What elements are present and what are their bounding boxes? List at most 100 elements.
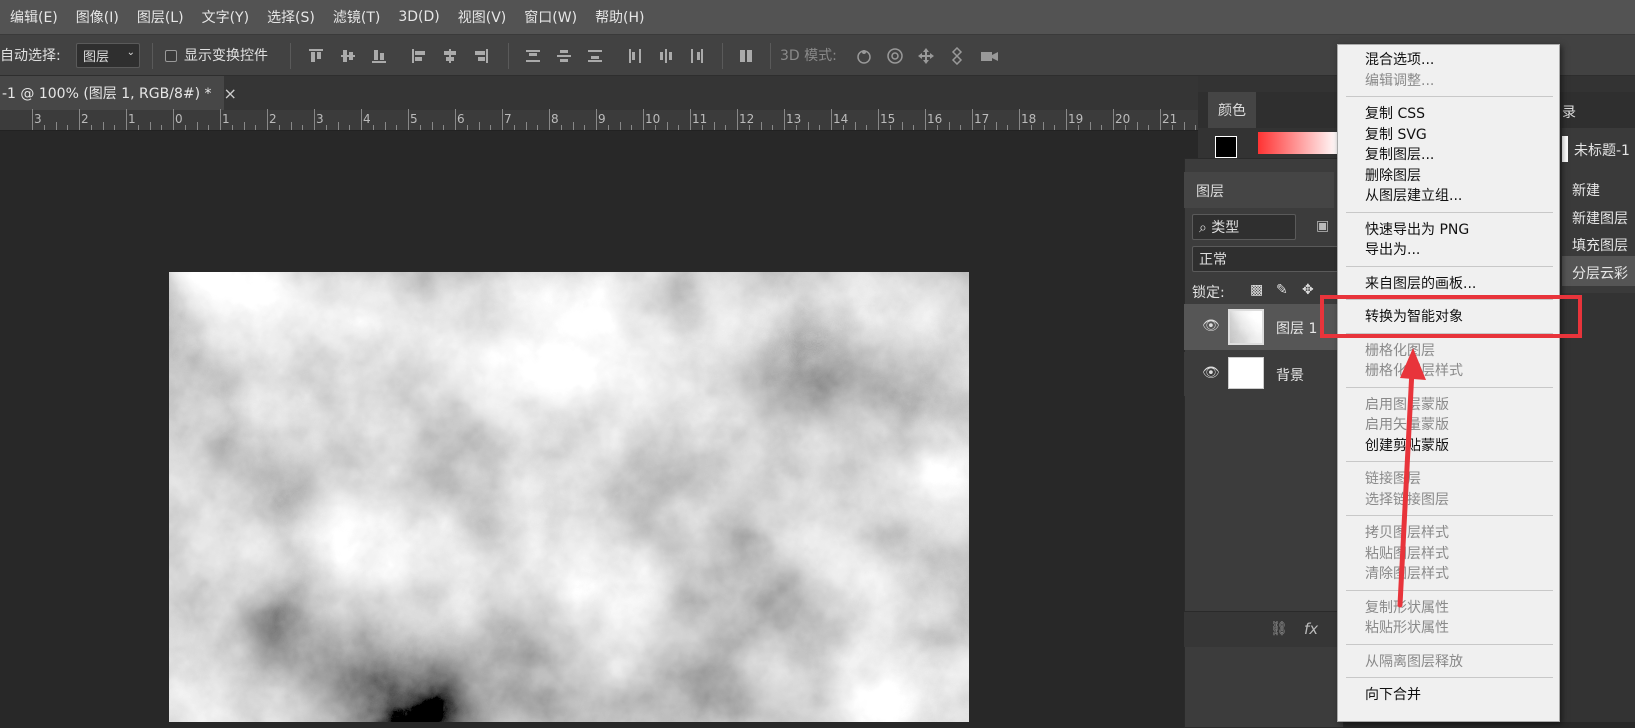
blend-mode-dropdown[interactable]: 正常	[1192, 246, 1342, 272]
distribute-left-icon[interactable]	[626, 47, 644, 65]
ruler-tick	[701, 125, 703, 130]
ruler-tick	[361, 109, 362, 130]
context-menu-item[interactable]: 混合选项...	[1365, 49, 1434, 69]
menu-edit[interactable]: 编辑(E)	[10, 7, 58, 27]
layer-filter-dropdown[interactable]: ⌕ 类型	[1192, 214, 1296, 240]
distribute-right-icon[interactable]	[688, 47, 706, 65]
align-top-icon[interactable]	[307, 47, 325, 65]
context-menu-item[interactable]: 向下合并	[1365, 684, 1421, 704]
pan-3d-icon[interactable]	[917, 47, 935, 65]
document-canvas[interactable]	[169, 272, 969, 722]
tab-history[interactable]: 录	[1562, 94, 1635, 126]
menu-separator	[1346, 265, 1553, 267]
roll-3d-icon[interactable]	[886, 47, 904, 65]
ruler-tick	[690, 109, 691, 130]
context-menu: 混合选项... 编辑调整... 复制 CSS 复制 SVG 复制图层... 删除图层 从图层…	[1337, 44, 1560, 722]
context-menu-item[interactable]: 快速导出为 PNG	[1365, 219, 1469, 239]
camera-3d-icon[interactable]	[979, 47, 998, 65]
menu-image[interactable]: 图像(I)	[76, 7, 119, 27]
ruler-tick	[443, 125, 445, 130]
ruler-label: 14	[833, 112, 849, 126]
orbit-3d-icon[interactable]	[855, 47, 873, 65]
distribute-vcenter-icon[interactable]	[555, 47, 573, 65]
ruler-tick	[196, 122, 198, 130]
align-right-icon[interactable]	[472, 47, 490, 65]
ruler-tick	[396, 125, 398, 130]
ruler-tick	[184, 125, 186, 130]
ruler-label: 17	[974, 112, 990, 126]
highlight-box	[1320, 295, 1582, 338]
menu-separator	[1346, 515, 1553, 516]
snapshot-thumbnail	[1562, 136, 1568, 162]
menu-3d[interactable]: 3D(D)	[398, 9, 439, 25]
context-menu-item[interactable]: 导出为...	[1365, 239, 1420, 259]
layers-footer: ⛓ fx	[1184, 611, 1344, 647]
ruler-tick	[208, 125, 210, 130]
close-icon[interactable]: ×	[224, 84, 237, 103]
ruler-tick	[889, 125, 891, 130]
auto-select-dropdown[interactable]: 图层 ⌄	[76, 43, 140, 68]
history-item[interactable]: 填充图层	[1572, 235, 1628, 255]
menu-type[interactable]: 文字(Y)	[202, 7, 249, 27]
auto-align-icon[interactable]	[737, 47, 755, 65]
ruler-tick	[384, 122, 386, 130]
ruler-tick	[513, 125, 515, 130]
context-menu-item[interactable]: 删除图层	[1365, 165, 1421, 185]
ruler-tick	[126, 109, 127, 130]
layer-row[interactable]: 👁 背景	[1184, 352, 1344, 396]
context-menu-item[interactable]: 复制 SVG	[1365, 124, 1427, 144]
lock-transparent-icon[interactable]: ▩	[1250, 282, 1263, 298]
auto-select-value: 图层	[83, 50, 110, 65]
link-layers-icon[interactable]: ⛓	[1270, 621, 1288, 637]
align-vcenter-icon[interactable]	[339, 47, 357, 65]
visibility-eye-icon[interactable]: 👁	[1202, 365, 1220, 381]
ruler-tick	[255, 125, 257, 130]
visibility-eye-icon[interactable]: 👁	[1202, 318, 1220, 334]
distribute-top-icon[interactable]	[524, 47, 542, 65]
ruler-label: 9	[598, 112, 606, 126]
context-menu-item[interactable]: 复制图层...	[1365, 144, 1434, 164]
history-item-active[interactable]: 分层云彩	[1562, 256, 1635, 286]
tab-layers[interactable]: 图层	[1184, 172, 1334, 208]
context-menu-item[interactable]: 来自图层的画板...	[1365, 273, 1476, 293]
ruler-tick	[455, 109, 456, 130]
foreground-color-swatch[interactable]	[1215, 136, 1237, 158]
menu-window[interactable]: 窗口(W)	[524, 7, 577, 27]
image-filter-icon[interactable]: ▣	[1316, 218, 1329, 234]
ruler-tick	[478, 122, 480, 130]
distribute-hcenter-icon[interactable]	[657, 47, 675, 65]
history-item[interactable]: 新建图层	[1572, 208, 1628, 228]
ruler-tick	[173, 109, 174, 130]
ruler-tick	[1030, 125, 1032, 130]
lock-move-icon[interactable]: ✥	[1302, 282, 1314, 298]
ruler-tick	[748, 125, 750, 130]
context-menu-item[interactable]: 从图层建立组...	[1365, 185, 1462, 205]
ruler-tick	[349, 125, 351, 130]
menu-layer[interactable]: 图层(L)	[137, 7, 184, 27]
color-ramp[interactable]	[1258, 132, 1338, 154]
document-tab[interactable]: -1 @ 100% (图层 1, RGB/8#) * ×	[0, 76, 237, 110]
menu-separator	[1346, 643, 1553, 645]
slide-3d-icon[interactable]	[948, 47, 966, 65]
align-bottom-icon[interactable]	[370, 47, 388, 65]
ruler-label: 7	[504, 112, 512, 126]
align-left-icon[interactable]	[410, 47, 428, 65]
fx-icon[interactable]: fx	[1304, 620, 1318, 638]
menu-help[interactable]: 帮助(H)	[595, 7, 644, 27]
tab-color[interactable]: 颜色	[1208, 92, 1256, 128]
ruler-tick	[337, 122, 339, 130]
history-item[interactable]: 新建	[1572, 180, 1600, 200]
blend-mode-value: 正常	[1199, 252, 1227, 268]
ruler-tick	[1136, 122, 1138, 130]
context-menu-item[interactable]: 复制 CSS	[1365, 103, 1425, 123]
distribute-bottom-icon[interactable]	[586, 47, 604, 65]
menu-select[interactable]: 选择(S)	[267, 7, 315, 27]
show-transform-checkbox[interactable]	[165, 50, 177, 62]
ruler-tick	[79, 109, 80, 130]
ruler-tick	[161, 125, 163, 130]
lock-brush-icon[interactable]: ✎	[1276, 282, 1288, 298]
menu-filter[interactable]: 滤镜(T)	[333, 7, 380, 27]
menu-view[interactable]: 视图(V)	[458, 7, 507, 27]
ruler-tick	[607, 125, 609, 130]
align-hcenter-icon[interactable]	[441, 47, 459, 65]
